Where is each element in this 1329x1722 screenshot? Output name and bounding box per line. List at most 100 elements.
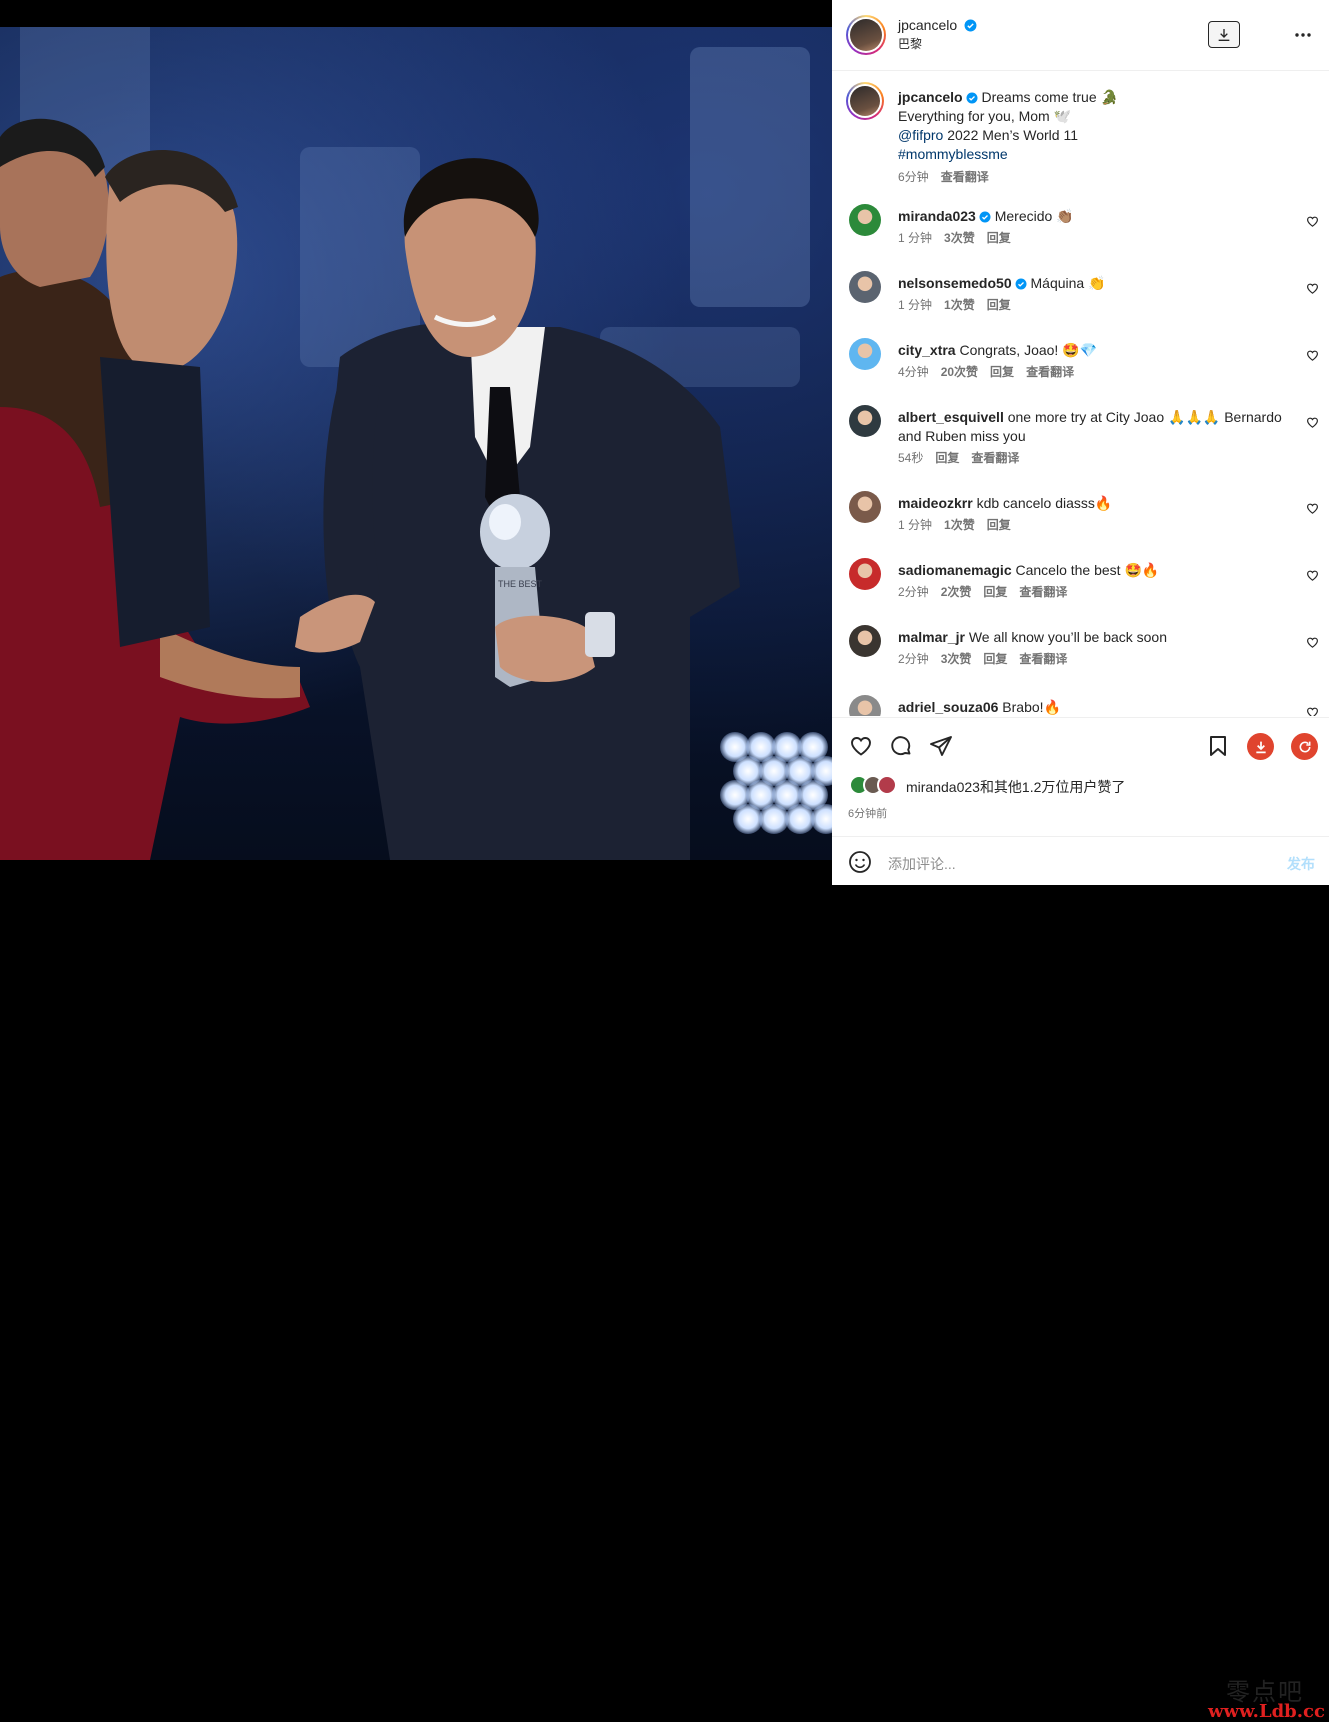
comment-text: Brabo!🔥 — [1002, 699, 1061, 715]
liker-avatar — [877, 775, 897, 795]
comment-translate[interactable]: 查看翻译 — [1019, 585, 1067, 599]
comment-time[interactable]: 2分钟 — [898, 585, 929, 599]
emoji-icon — [849, 851, 871, 873]
post-location[interactable]: 巴黎 — [898, 36, 977, 53]
post-caption: jpcancelo Dreams come true 🐊 Everything … — [846, 82, 1319, 190]
comment-text: Máquina 👏 — [1030, 275, 1106, 291]
comment-text: Merecido 👏🏽 — [994, 208, 1074, 224]
comment-like-icon[interactable] — [1306, 349, 1319, 362]
comment-item: city_xtra Congrats, Joao! 🤩💎 4分钟 20次赞 回复 查看翻… — [849, 338, 1319, 398]
comment-time[interactable]: 2分钟 — [898, 652, 929, 666]
refresh-icon — [1299, 741, 1310, 752]
comment-translate[interactable]: 查看翻译 — [1026, 365, 1074, 379]
comment-reply-button[interactable]: 回复 — [987, 298, 1011, 312]
comment-avatar[interactable] — [849, 625, 881, 657]
download-button[interactable] — [1208, 21, 1240, 48]
caption-username[interactable]: jpcancelo — [898, 89, 963, 105]
comment-like-icon[interactable] — [1306, 706, 1319, 716]
comment-item: albert_esquivell one more try at City Jo… — [849, 405, 1319, 465]
comment-text: kdb cancelo diasss🔥 — [976, 495, 1113, 511]
comment-like-icon[interactable] — [1306, 569, 1319, 582]
comment-username[interactable]: adriel_souza06 — [898, 699, 998, 715]
comment-username[interactable]: city_xtra — [898, 342, 956, 358]
comment-username[interactable]: miranda023 — [898, 208, 976, 224]
caption-line3: 2022 Men’s World 11 — [943, 127, 1078, 143]
comment-username[interactable]: maideozkrr — [898, 495, 973, 511]
comment-time[interactable]: 1 分钟 — [898, 518, 932, 532]
comment-avatar[interactable] — [849, 338, 881, 370]
comment-like-icon[interactable] — [1306, 416, 1319, 429]
caption-hashtag[interactable]: #mommyblessme — [898, 146, 1008, 162]
comment-avatar[interactable] — [849, 204, 881, 236]
comment-username[interactable]: albert_esquivell — [898, 409, 1004, 425]
caption-translate[interactable]: 查看翻译 — [941, 170, 989, 184]
like-button[interactable] — [848, 733, 874, 759]
post-media-pane: THE BEST — [0, 0, 832, 885]
ext-download-button[interactable] — [1247, 733, 1274, 760]
verified-icon — [966, 92, 978, 104]
post-comment-button[interactable]: 发布 — [1287, 854, 1315, 874]
comment-reply-button[interactable]: 回复 — [990, 365, 1014, 379]
share-button[interactable] — [928, 733, 954, 759]
comment-time[interactable]: 54秒 — [898, 451, 923, 465]
comment-item: adriel_souza06 Brabo!🔥 — [849, 695, 1319, 716]
post-photo[interactable]: THE BEST — [0, 27, 832, 860]
comment-likes[interactable]: 1次赞 — [944, 298, 975, 312]
photo-scene: THE BEST — [0, 118, 740, 860]
caption-avatar[interactable] — [850, 86, 880, 116]
comment-username[interactable]: malmar_jr — [898, 629, 965, 645]
comment-avatar[interactable] — [849, 695, 881, 716]
comment-like-icon[interactable] — [1306, 282, 1319, 295]
author-avatar-ring[interactable] — [846, 15, 886, 55]
liker-avatars[interactable] — [849, 775, 905, 797]
author-avatar[interactable] — [850, 19, 882, 51]
comment-username[interactable]: nelsonsemedo50 — [898, 275, 1012, 291]
comment-reply-button[interactable]: 回复 — [987, 518, 1011, 532]
comment-time[interactable]: 1 分钟 — [898, 231, 932, 245]
comment-likes[interactable]: 1次赞 — [944, 518, 975, 532]
comment-avatar[interactable] — [849, 558, 881, 590]
comment-avatar[interactable] — [849, 271, 881, 303]
save-button[interactable] — [1205, 733, 1231, 759]
comment-reply-button[interactable]: 回复 — [983, 585, 1007, 599]
download-icon — [1218, 28, 1230, 41]
comment-likes[interactable]: 2次赞 — [941, 585, 972, 599]
caption-time[interactable]: 6分钟 — [898, 170, 929, 184]
download-icon — [1255, 741, 1266, 753]
comment-input[interactable]: 添加评论... — [888, 854, 956, 874]
likes-summary[interactable]: miranda023和其他1.2万位用户赞了 — [906, 777, 1125, 797]
comment-likes[interactable]: 3次赞 — [941, 652, 972, 666]
comment-item: maideozkrr kdb cancelo diasss🔥 1 分钟 1次赞 回复 — [849, 491, 1319, 551]
post-side-panel: jpcancelo 巴黎 jpcancelo Dreams come true … — [832, 0, 1329, 1722]
comment-button[interactable] — [888, 733, 914, 759]
comment-like-icon[interactable] — [1306, 215, 1319, 228]
ext-refresh-button[interactable] — [1291, 733, 1318, 760]
comment-avatar[interactable] — [849, 491, 881, 523]
comment-item: sadiomanemagic Cancelo the best 🤩🔥 2分钟 2次赞… — [849, 558, 1319, 618]
author-username[interactable]: jpcancelo — [898, 17, 957, 33]
comment-time[interactable]: 4分钟 — [898, 365, 929, 379]
emoji-button[interactable] — [848, 850, 872, 874]
comment-likes[interactable]: 3次赞 — [944, 231, 975, 245]
watch — [585, 612, 615, 657]
comment-username[interactable]: sadiomanemagic — [898, 562, 1012, 578]
post-time[interactable]: 6分钟前 — [848, 805, 887, 821]
comment-icon — [891, 736, 911, 756]
comment-reply-button[interactable]: 回复 — [987, 231, 1011, 245]
comment-likes[interactable]: 20次赞 — [941, 365, 978, 379]
more-icon — [1295, 33, 1311, 37]
comment-like-icon[interactable] — [1306, 636, 1319, 649]
comment-translate[interactable]: 查看翻译 — [971, 451, 1019, 465]
caption-avatar-ring[interactable] — [846, 82, 884, 120]
caption-mention[interactable]: @fifpro — [898, 127, 943, 143]
comment-avatar[interactable] — [849, 405, 881, 437]
comment-time[interactable]: 1 分钟 — [898, 298, 932, 312]
cancelo-hand — [495, 615, 595, 682]
comment-translate[interactable]: 查看翻译 — [1019, 652, 1067, 666]
comment-reply-button[interactable]: 回复 — [935, 451, 959, 465]
comment-reply-button[interactable]: 回复 — [983, 652, 1007, 666]
comments-scroll-area[interactable]: jpcancelo Dreams come true 🐊 Everything … — [832, 72, 1329, 716]
more-options-button[interactable] — [1290, 24, 1316, 46]
comment-like-icon[interactable] — [1306, 502, 1319, 515]
comment-text: Congrats, Joao! 🤩💎 — [959, 342, 1098, 358]
